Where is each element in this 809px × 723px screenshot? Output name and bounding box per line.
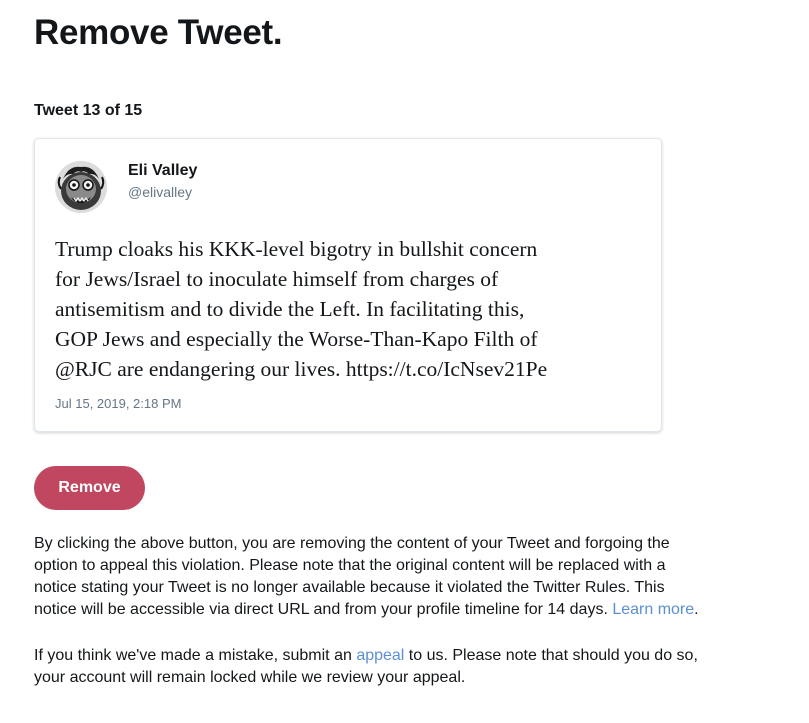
tweet-timestamp: Jul 15, 2019, 2:18 PM: [55, 396, 182, 411]
tweet-text-line: GOP Jews and especially the Worse-Than-K…: [55, 327, 538, 351]
removal-notice-line-last: notice will be accessible via direct URL…: [34, 599, 794, 621]
removal-notice-line: notice stating your Tweet is no longer a…: [34, 579, 665, 596]
removal-notice-period: .: [694, 601, 699, 618]
appeal-info-line: If you think we've made a mistake, submi…: [34, 645, 794, 667]
tweet-text: Trump cloaks his KKK-level bigotry in bu…: [55, 234, 655, 384]
learn-more-link[interactable]: Learn more: [612, 601, 694, 618]
tweet-card: Eli Valley @elivalley Trump cloaks his K…: [34, 138, 662, 432]
removal-notice-text: notice will be accessible via direct URL…: [34, 601, 613, 618]
appeal-info-prefix: If you think we've made a mistake, submi…: [34, 647, 357, 664]
appeal-info-suffix: to us. Please note that should you do so…: [404, 647, 698, 664]
avatar: [55, 161, 107, 213]
removal-notice-line: option to appeal this violation. Please …: [34, 557, 666, 574]
avatar-illustration-icon: [55, 161, 107, 213]
tweet-author-handle: @elivalley: [128, 184, 193, 200]
tweet-counter: Tweet 13 of 15: [34, 102, 143, 119]
tweet-text-line: @RJC are endangering our lives. https://…: [55, 357, 548, 381]
tweet-text-line: antisemitism and to divide the Left. In …: [55, 297, 525, 321]
page-title: Remove Tweet.: [34, 13, 283, 52]
removal-notice-line: By clicking the above button, you are re…: [34, 535, 670, 552]
tweet-author-name: Eli Valley: [128, 162, 198, 179]
appeal-link[interactable]: appeal: [356, 647, 404, 664]
appeal-info: If you think we've made a mistake, submi…: [34, 645, 794, 689]
tweet-text-line: for Jews/Israel to inoculate himself fro…: [55, 267, 499, 291]
remove-button[interactable]: Remove: [34, 466, 145, 510]
removal-notice: By clicking the above button, you are re…: [34, 533, 794, 621]
tweet-text-line: Trump cloaks his KKK-level bigotry in bu…: [55, 237, 538, 261]
appeal-info-line: your account will remain locked while we…: [34, 669, 466, 686]
